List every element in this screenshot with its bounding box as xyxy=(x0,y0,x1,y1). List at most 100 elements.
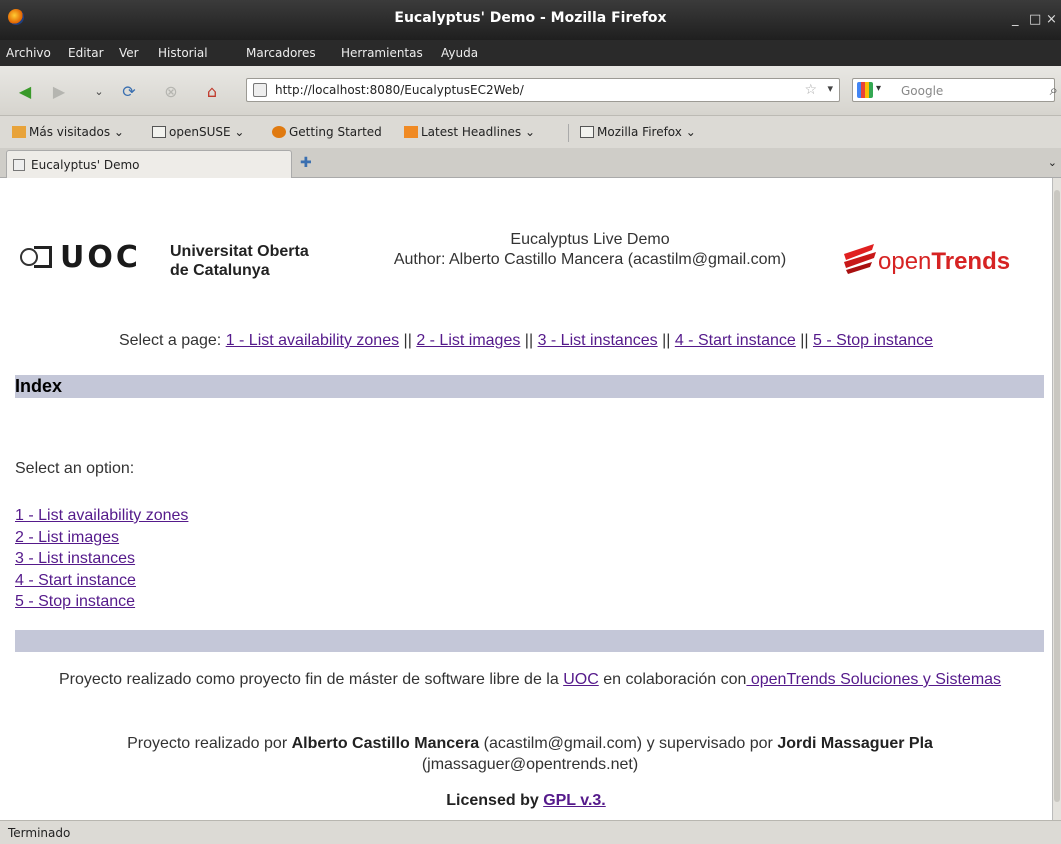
nav-separator: || xyxy=(399,332,417,349)
bookmark-label: Mozilla Firefox xyxy=(597,125,682,139)
home-icon[interactable]: ⌂ xyxy=(201,80,223,102)
bookmark-mas-visitados[interactable]: Más visitados ⌄ xyxy=(12,125,124,139)
option-list-images[interactable]: 2 - List images xyxy=(15,529,119,546)
menu-editar[interactable]: Editar xyxy=(68,46,104,60)
url-bar[interactable]: http://localhost:8080/EucalyptusEC2Web/ … xyxy=(246,78,840,102)
uoc-box-icon xyxy=(34,246,52,268)
nav-link-stop-instance[interactable]: 5 - Stop instance xyxy=(813,332,933,349)
opentrends-trends: Trends xyxy=(931,248,1011,275)
site-icon xyxy=(253,83,267,97)
bookmark-label: Latest Headlines xyxy=(421,125,522,139)
bookmark-label: Más visitados xyxy=(29,125,111,139)
forward-icon[interactable]: ▶ xyxy=(48,80,70,102)
opentrends-swoosh-icon xyxy=(844,244,876,274)
option-start-instance[interactable]: 4 - Start instance xyxy=(15,572,136,589)
page-content: UOC Universitat Oberta de Catalunya Euca… xyxy=(0,178,1052,820)
tab-eucalyptus-demo[interactable]: Eucalyptus' Demo xyxy=(6,150,292,178)
uoc-logo[interactable]: UOC Universitat Oberta de Catalunya xyxy=(20,240,340,280)
reload-icon[interactable]: ⟳ xyxy=(118,80,140,102)
bookmark-label: openSUSE xyxy=(169,125,231,139)
header-title: Eucalyptus Live Demo xyxy=(510,231,670,248)
tab-strip: Eucalyptus' Demo ✚ ⌄ xyxy=(0,148,1061,178)
opentrends-text: openTrends xyxy=(878,248,1010,276)
stop-icon[interactable]: ⊗ xyxy=(160,80,182,102)
history-dropdown-icon[interactable]: ⌄ xyxy=(88,80,110,102)
menu-ver[interactable]: Ver xyxy=(119,46,139,60)
footer1-text: Proyecto realizado como proyecto fin de … xyxy=(58,671,564,688)
tab-label: Eucalyptus' Demo xyxy=(31,158,140,172)
footer2-a: Proyecto realizado por xyxy=(127,735,292,752)
footer2-supervisor: Jordi Massaguer Pla xyxy=(777,735,933,752)
header-info: Eucalyptus Live Demo Author: Alberto Cas… xyxy=(340,230,840,270)
select-prefix: Select a page: xyxy=(118,332,226,349)
nav-link-list-instances[interactable]: 3 - List instances xyxy=(538,332,658,349)
firefox-icon xyxy=(272,126,286,138)
url-dropdown-icon[interactable]: ▾ xyxy=(827,82,833,95)
opentrends-open: open xyxy=(878,248,932,275)
back-icon[interactable]: ◀ xyxy=(14,80,36,102)
folder-icon xyxy=(580,126,594,138)
search-icon[interactable]: ⌕ xyxy=(1050,81,1058,99)
footer2-b: (acastilm@gmail.com) y supervisado por xyxy=(479,735,778,752)
browser-window: Eucalyptus' Demo - Mozilla Firefox _ □ ×… xyxy=(0,0,1061,844)
search-input[interactable]: Google xyxy=(901,84,943,98)
page-selector: Select a page: 1 - List availability zon… xyxy=(0,332,1052,350)
option-stop-instance[interactable]: 5 - Stop instance xyxy=(15,593,135,610)
bookmark-star-icon[interactable]: ☆ xyxy=(804,82,817,98)
vertical-scrollbar[interactable] xyxy=(1052,178,1061,820)
search-engine-dropdown-icon[interactable]: ▾ xyxy=(876,83,881,94)
status-bar: Terminado xyxy=(0,820,1061,844)
tab-list-icon[interactable]: ⌄ xyxy=(1048,156,1057,169)
header-author: Author: Alberto Castillo Mancera (acasti… xyxy=(393,251,787,268)
menu-herramientas[interactable]: Herramientas xyxy=(341,46,423,60)
most-visited-icon xyxy=(12,126,26,138)
google-icon[interactable] xyxy=(857,82,873,98)
menu-marcadores[interactable]: Marcadores xyxy=(246,46,316,60)
opentrends-logo[interactable]: openTrends xyxy=(842,238,1042,282)
uoc-link[interactable]: UOC xyxy=(563,671,599,688)
uoc-name: Universitat Oberta de Catalunya xyxy=(170,242,309,280)
close-icon[interactable]: × xyxy=(1046,12,1057,27)
new-tab-icon[interactable]: ✚ xyxy=(300,155,312,171)
uoc-name-line1: Universitat Oberta xyxy=(170,243,309,260)
license-prefix: Licensed by xyxy=(446,792,544,809)
uoc-logo-text: UOC xyxy=(60,240,141,275)
license-line: Licensed by GPL v.3. xyxy=(0,792,1052,810)
toolbar-separator xyxy=(568,124,569,142)
window-title: Eucalyptus' Demo - Mozilla Firefox xyxy=(394,10,667,26)
nav-separator: || xyxy=(657,332,675,349)
bookmark-opensuse[interactable]: openSUSE ⌄ xyxy=(152,125,244,139)
maximize-icon[interactable]: □ xyxy=(1029,12,1041,27)
search-bar[interactable]: ▾ Google ⌕ xyxy=(852,78,1058,102)
rss-icon xyxy=(404,126,418,138)
menu-archivo[interactable]: Archivo xyxy=(6,46,51,60)
uoc-name-line2: de Catalunya xyxy=(170,262,270,279)
nav-separator: || xyxy=(795,332,813,349)
footer-project-text: Proyecto realizado como proyecto fin de … xyxy=(30,669,1030,690)
option-availability-zones[interactable]: 1 - List availability zones xyxy=(15,507,188,524)
footer2-c: (jmassaguer@opentrends.net) xyxy=(421,756,639,773)
bookmark-getting-started[interactable]: Getting Started xyxy=(272,125,382,139)
bookmark-mozilla-firefox[interactable]: Mozilla Firefox ⌄ xyxy=(580,125,696,139)
minimize-icon[interactable]: _ xyxy=(1012,12,1019,27)
index-section-bar: Index xyxy=(15,375,1044,398)
status-text: Terminado xyxy=(8,826,71,840)
opentrends-link[interactable]: openTrends Soluciones y Sistemas xyxy=(746,671,1001,688)
nav-link-list-images[interactable]: 2 - List images xyxy=(416,332,520,349)
bookmark-latest-headlines[interactable]: Latest Headlines ⌄ xyxy=(404,125,535,139)
menu-historial[interactable]: Historial xyxy=(158,46,208,60)
nav-link-start-instance[interactable]: 4 - Start instance xyxy=(675,332,796,349)
select-option-label: Select an option: xyxy=(15,460,135,477)
footer-credits-text: Proyecto realizado por Alberto Castillo … xyxy=(30,733,1030,775)
bookmark-label: Getting Started xyxy=(289,125,382,139)
gpl-link[interactable]: GPL v.3. xyxy=(543,792,606,809)
option-list: 1 - List availability zones 2 - List ima… xyxy=(15,505,188,613)
menu-ayuda[interactable]: Ayuda xyxy=(441,46,478,60)
option-list-instances[interactable]: 3 - List instances xyxy=(15,550,135,567)
nav-link-availability-zones[interactable]: 1 - List availability zones xyxy=(226,332,399,349)
url-text[interactable]: http://localhost:8080/EucalyptusEC2Web/ xyxy=(275,83,524,97)
scrollbar-thumb[interactable] xyxy=(1054,190,1060,802)
footer-section-bar xyxy=(15,630,1044,652)
index-heading: Index xyxy=(15,376,63,396)
page-icon xyxy=(13,159,25,171)
